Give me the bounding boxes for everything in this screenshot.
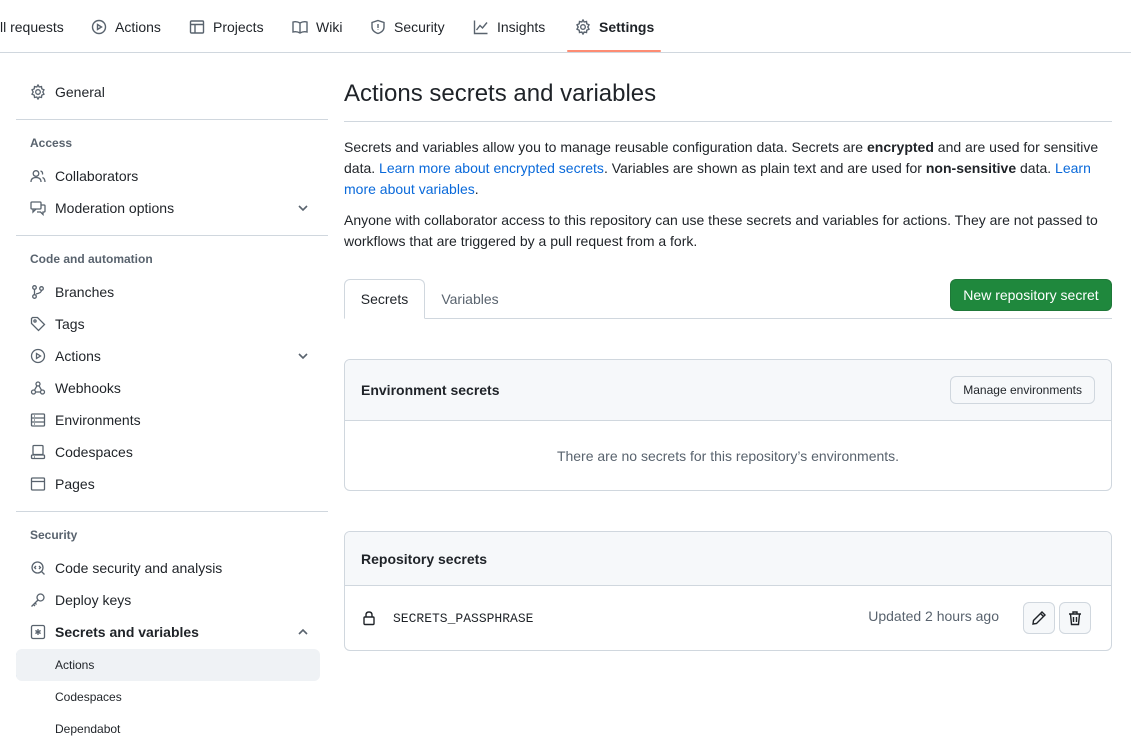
- key-icon: [31, 593, 45, 607]
- sidebar-item-label: Moderation options: [55, 200, 175, 216]
- secret-name: SECRETS_PASSPHRASE: [393, 610, 534, 626]
- play-circle-icon: [30, 348, 46, 364]
- shield-icon: [371, 19, 385, 34]
- tab-projects[interactable]: Projects: [189, 0, 264, 53]
- tab-label: Projects: [213, 18, 264, 35]
- learn-encrypted-secrets-link[interactable]: Learn more about encrypted secrets: [379, 160, 604, 176]
- gear-icon: [576, 18, 590, 35]
- sidebar-item-label: Environments: [55, 412, 141, 428]
- edit-secret-button[interactable]: [1023, 602, 1055, 634]
- chevron-up-icon: [298, 628, 308, 635]
- sidebar-item-label: General: [55, 84, 105, 100]
- chevron-down-icon: [298, 353, 308, 360]
- sidebar-item-label: Webhooks: [55, 380, 121, 396]
- sidebar-item-actions[interactable]: Actions: [16, 340, 320, 372]
- repo-nav: ll requests Actions Projects Wiki Securi…: [0, 0, 1131, 53]
- people-icon: [30, 170, 46, 183]
- sidebar-item-label: Collaborators: [55, 168, 139, 184]
- sidebar-subitem-dependabot[interactable]: Dependabot: [16, 713, 320, 743]
- sidebar-item-label: Deploy keys: [55, 592, 132, 608]
- sidebar-item-environments[interactable]: Environments: [16, 404, 320, 436]
- sidebar-item-deploy-keys[interactable]: Deploy keys: [16, 584, 320, 616]
- sidebar-item-code-security[interactable]: Code security and analysis: [16, 552, 320, 584]
- sidebar-heading-code-and-automation: Code and automation: [30, 252, 153, 266]
- sidebar-heading-security: Security: [30, 528, 78, 542]
- sidebar-item-tags[interactable]: Tags: [16, 308, 320, 340]
- tab-pull-requests[interactable]: ll requests: [0, 0, 64, 53]
- sidebar-subitem-codespaces[interactable]: Codespaces: [16, 681, 320, 713]
- tag-icon: [30, 316, 46, 332]
- environment-secrets-header: Environment secrets Manage environments: [345, 360, 1111, 421]
- sidebar-subitem-actions[interactable]: Actions: [16, 649, 320, 681]
- collaborator-note: Anyone with collaborator access to this …: [344, 212, 1098, 249]
- sidebar-item-label: Pages: [55, 476, 95, 492]
- sidebar-item-label: Actions: [55, 348, 101, 364]
- delete-secret-button[interactable]: [1059, 602, 1091, 634]
- environment-secrets-box: Environment secrets Manage environments …: [344, 359, 1112, 491]
- intro-text: Secrets and variables allow you to manag…: [344, 139, 1099, 197]
- divider: [16, 119, 328, 120]
- tab-label: Insights: [497, 18, 546, 35]
- repository-secrets-header: Repository secrets: [345, 532, 1111, 586]
- tab-actions[interactable]: Actions: [91, 0, 161, 53]
- sidebar-item-pages[interactable]: Pages: [16, 468, 320, 500]
- trash-icon: [1069, 611, 1081, 626]
- tab-label: Actions: [115, 18, 161, 35]
- codespaces-icon: [30, 444, 46, 460]
- divider: [16, 235, 328, 236]
- secret-updated-time: Updated 2 hours ago: [868, 608, 999, 624]
- page-title: Actions secrets and variables: [344, 80, 657, 107]
- tabs-divider: [344, 318, 1112, 319]
- table-icon: [189, 19, 205, 34]
- environment-secrets-title: Environment secrets: [361, 382, 500, 398]
- gear-icon: [31, 84, 45, 100]
- tab-insights[interactable]: Insights: [473, 0, 545, 53]
- divider: [16, 511, 328, 512]
- settings-sidebar: General Access Collaborators Moderation …: [16, 53, 328, 743]
- play-circle-icon: [91, 19, 107, 34]
- tab-label: Settings: [599, 18, 655, 35]
- sidebar-item-webhooks[interactable]: Webhooks: [16, 372, 320, 404]
- manage-environments-button[interactable]: Manage environments: [950, 376, 1095, 404]
- codescan-icon: [31, 561, 45, 575]
- tab-variables[interactable]: Variables: [441, 279, 499, 319]
- tab-security[interactable]: Security: [370, 0, 445, 53]
- sidebar-heading-access: Access: [30, 136, 73, 150]
- repository-secrets-title: Repository secrets: [361, 550, 488, 567]
- repository-secrets-box: Repository secrets SECRETS_PASSPHRASE Up…: [344, 531, 1112, 651]
- empty-state: There are no secrets for this repository…: [556, 447, 900, 464]
- comment-discussion-icon: [30, 201, 46, 216]
- secret-row: SECRETS_PASSPHRASE Updated 2 hours ago: [345, 586, 1111, 650]
- sidebar-item-label: Tags: [55, 316, 85, 332]
- sidebar-item-branches[interactable]: Branches: [16, 276, 320, 308]
- sidebar-item-collaborators[interactable]: Collaborators: [16, 160, 320, 192]
- tab-wiki[interactable]: Wiki: [292, 0, 342, 53]
- divider: [344, 121, 1112, 122]
- sidebar-item-moderation-options[interactable]: Moderation options: [16, 192, 320, 224]
- chevron-down-icon: [298, 205, 308, 212]
- sidebar-item-label: Code security and analysis: [55, 560, 223, 576]
- asterisk-box-icon: [30, 624, 46, 640]
- tab-secrets[interactable]: Secrets: [344, 279, 425, 319]
- sidebar-item-secrets-and-variables[interactable]: Secrets and variables: [16, 616, 320, 648]
- sidebar-item-label: Codespaces: [55, 444, 133, 460]
- sidebar-item-codespaces[interactable]: Codespaces: [16, 436, 320, 468]
- tab-label: Wiki: [316, 18, 343, 35]
- git-branch-icon: [32, 285, 44, 299]
- active-tab-underline: [567, 50, 661, 52]
- tab-label: ll requests: [0, 18, 64, 35]
- sidebar-item-general[interactable]: General: [16, 76, 320, 108]
- tab-settings[interactable]: Settings: [575, 0, 654, 53]
- pencil-icon: [1032, 611, 1046, 625]
- sidebar-item-label: Secrets and variables: [55, 624, 199, 640]
- webhook-icon: [30, 381, 46, 395]
- browser-icon: [30, 477, 46, 491]
- server-icon: [30, 413, 46, 427]
- lock-icon: [363, 611, 375, 626]
- new-repository-secret-button[interactable]: New repository secret: [950, 279, 1112, 311]
- graph-icon: [473, 20, 488, 34]
- book-icon: [292, 20, 308, 34]
- sidebar-item-label: Branches: [55, 284, 115, 300]
- tab-label: Security: [394, 18, 445, 35]
